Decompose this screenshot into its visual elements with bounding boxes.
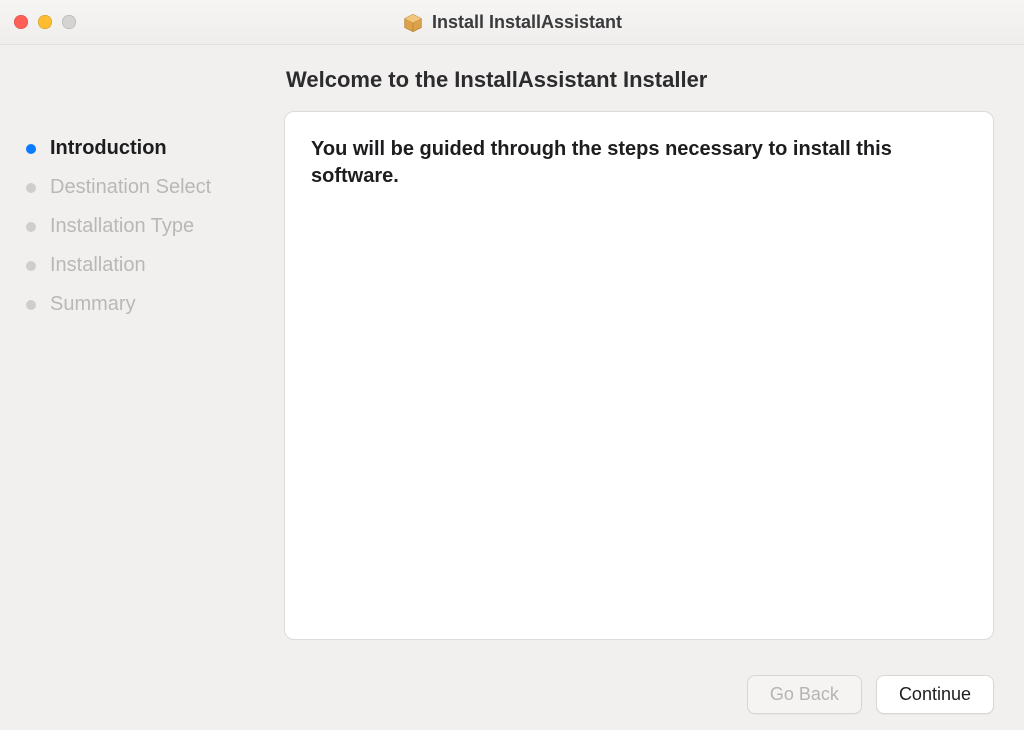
steps-sidebar: Introduction Destination Select Installa… xyxy=(22,67,284,640)
step-label: Installation xyxy=(50,254,146,277)
main-panel: Welcome to the InstallAssistant Installe… xyxy=(284,67,994,640)
titlebar: Install InstallAssistant xyxy=(0,0,1024,45)
package-icon xyxy=(402,11,424,33)
step-label: Destination Select xyxy=(50,176,211,199)
step-installation: Installation xyxy=(22,246,284,285)
step-installation-type: Installation Type xyxy=(22,207,284,246)
step-label: Introduction xyxy=(50,137,167,160)
step-bullet-icon xyxy=(26,300,36,310)
titlebar-title: Install InstallAssistant xyxy=(402,11,622,33)
step-label: Summary xyxy=(50,293,136,316)
content-panel: You will be guided through the steps nec… xyxy=(284,111,994,640)
step-bullet-icon xyxy=(26,222,36,232)
window-close-button[interactable] xyxy=(14,15,28,29)
go-back-button[interactable]: Go Back xyxy=(747,675,862,714)
step-bullet-icon xyxy=(26,183,36,193)
steps-list: Introduction Destination Select Installa… xyxy=(22,129,284,324)
step-bullet-icon xyxy=(26,261,36,271)
installer-window: Install InstallAssistant Introduction De… xyxy=(0,0,1024,730)
continue-button[interactable]: Continue xyxy=(876,675,994,714)
window-minimize-button[interactable] xyxy=(38,15,52,29)
step-introduction: Introduction xyxy=(22,129,284,168)
window-body: Introduction Destination Select Installa… xyxy=(0,45,1024,658)
step-bullet-icon xyxy=(26,144,36,154)
step-label: Installation Type xyxy=(50,215,194,238)
step-destination-select: Destination Select xyxy=(22,168,284,207)
titlebar-title-text: Install InstallAssistant xyxy=(432,12,622,33)
step-summary: Summary xyxy=(22,285,284,324)
window-maximize-button[interactable] xyxy=(62,15,76,29)
window-controls xyxy=(14,15,76,29)
page-heading: Welcome to the InstallAssistant Installe… xyxy=(286,67,994,93)
content-text: You will be guided through the steps nec… xyxy=(311,136,967,190)
footer: Go Back Continue xyxy=(0,658,1024,730)
